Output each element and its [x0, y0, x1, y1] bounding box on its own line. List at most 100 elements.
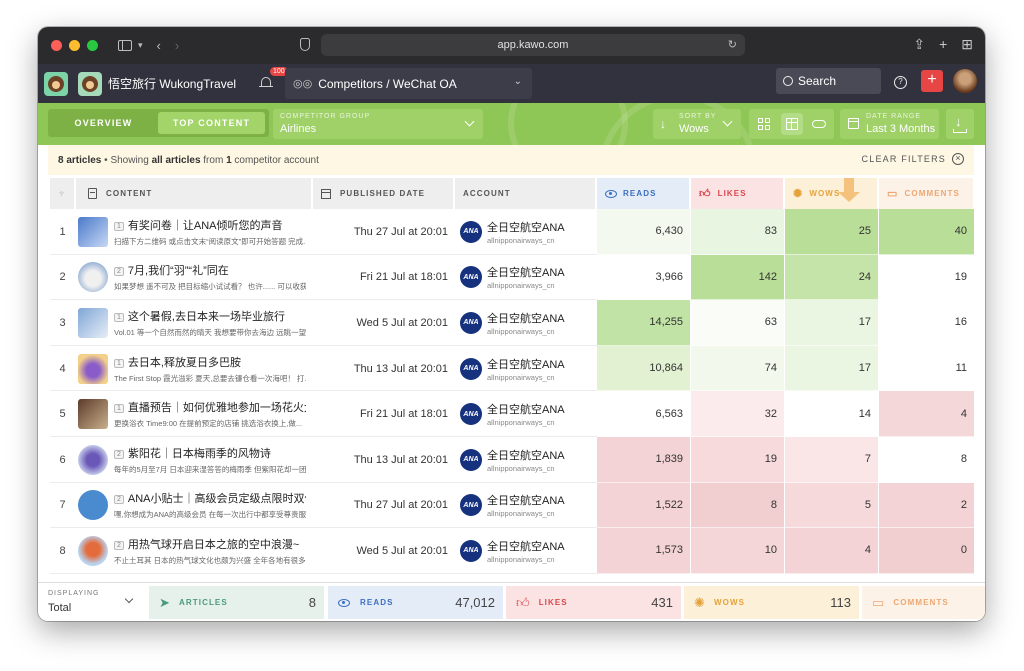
reload-icon[interactable]: ↻	[728, 38, 737, 51]
account-cell[interactable]: ANA 全日空航空ANA allnipponairways_cn	[455, 437, 596, 483]
article-thumbnail[interactable]	[78, 307, 108, 338]
article-content[interactable]: 2 7月,我们“羽”“礼”同在 如果梦想 遥不可及 把目标缩小试试看？ 也许...…	[76, 255, 312, 301]
article-thumbnail[interactable]	[78, 353, 108, 384]
article-thumbnail[interactable]	[78, 535, 108, 566]
article-content[interactable]: 2 ANA小贴士｜高级会员定级点限时双倍... 嘿,你想成为ANA的高级会员 在每…	[76, 483, 312, 529]
column-account[interactable]: ACCOUNT	[455, 178, 596, 209]
account-cell[interactable]: ANA 全日空航空ANA allnipponairways_cn	[455, 255, 596, 301]
article-thumbnail[interactable]	[78, 490, 108, 521]
minimize-window-button[interactable]	[69, 40, 80, 51]
article-title[interactable]: 1 这个暑假,去日本来一场毕业旅行	[114, 308, 306, 324]
account-cell[interactable]: ANA 全日空航空ANA allnipponairways_cn	[455, 483, 596, 529]
article-content[interactable]: 1 直播预告｜如何优雅地参加一场花火大... 更换浴衣 Time9:00 在提前预…	[76, 391, 312, 437]
tab-overview[interactable]: OVERVIEW	[52, 112, 155, 134]
article-title[interactable]: 2 7月,我们“羽”“礼”同在	[114, 262, 306, 278]
article-title[interactable]: 1 直播预告｜如何优雅地参加一场花火大...	[114, 399, 306, 415]
sidebar-toggle-icon[interactable]	[118, 40, 132, 51]
close-window-button[interactable]	[51, 40, 62, 51]
article-title[interactable]: 2 紫阳花｜日本梅雨季的风物诗	[114, 445, 306, 461]
table-row[interactable]: 5 1 直播预告｜如何优雅地参加一场花火大... 更换浴衣 Time9:00 在提…	[50, 391, 974, 437]
table-row[interactable]: 1 1 有奖问卷｜让ANA倾听您的声音 扫描下方二维码 或点击文末“阅读原文”即可…	[50, 209, 974, 255]
tab-top-content[interactable]: TOP CONTENT	[158, 112, 265, 134]
account-cell[interactable]: ANA 全日空航空ANA allnipponairways_cn	[455, 209, 596, 255]
grid-view-button[interactable]	[753, 113, 775, 135]
article-thumbnail[interactable]	[78, 399, 108, 430]
column-comments[interactable]: ▭ COMMENTS	[879, 178, 974, 209]
column-likes[interactable]: 👍︎ LIKES	[691, 178, 784, 209]
comments-value: 8	[879, 436, 974, 483]
share-icon[interactable]: ⇪	[913, 36, 925, 53]
account-cell[interactable]: ANA 全日空航空ANA allnipponairways_cn	[455, 346, 596, 392]
brand-avatar[interactable]	[78, 71, 102, 96]
sort-descending-icon: ↓	[660, 117, 666, 131]
cloud-view-button[interactable]	[808, 113, 830, 135]
table-row[interactable]: 2 2 7月,我们“羽”“礼”同在 如果梦想 遥不可及 把目标缩小试试看？ 也许.…	[50, 254, 974, 301]
forward-icon[interactable]: ›	[175, 38, 179, 53]
search-button[interactable]: Search	[776, 68, 881, 94]
likes-value: 63	[691, 300, 784, 346]
account-name: 全日空航空ANA	[487, 358, 565, 371]
ana-logo: ANA	[460, 448, 482, 471]
comments-value: 4	[879, 391, 974, 437]
column-content[interactable]: CONTENT	[76, 178, 312, 209]
table-row[interactable]: 3 1 这个暑假,去日本来一场毕业旅行 Vol.01 等一个自然而然的晴天 我想要…	[50, 300, 974, 346]
article-content[interactable]: 2 用热气球开启日本之旅的空中浪漫~ 不止土耳其 日本的热气球文化也颇为兴盛 全年…	[76, 528, 312, 574]
table-view-button[interactable]	[781, 113, 803, 135]
article-count: 8 articles	[58, 154, 102, 166]
account-cell[interactable]: ANA 全日空航空ANA allnipponairways_cn	[455, 300, 596, 346]
add-button[interactable]: +	[921, 70, 943, 92]
competitor-selector[interactable]: ◎◎ Competitors / WeChat OA ⌄	[285, 68, 532, 99]
send-icon: ➤	[159, 594, 171, 610]
chevron-down-icon	[722, 116, 733, 127]
table-row[interactable]: 6 2 紫阳花｜日本梅雨季的风物诗 每年的5月至7月 日本迎来湿答答的梅雨季 但紫…	[50, 436, 974, 483]
close-icon[interactable]: ×	[952, 153, 964, 165]
back-icon[interactable]: ‹	[157, 38, 161, 53]
article-title[interactable]: 2 ANA小贴士｜高级会员定级点限时双倍...	[114, 490, 306, 506]
table-row[interactable]: 7 2 ANA小贴士｜高级会员定级点限时双倍... 嘿,你想成为ANA的高级会员 …	[50, 482, 974, 529]
brand-name[interactable]: 悟空旅行 WukongTravel	[108, 75, 236, 92]
new-tab-icon[interactable]: +	[939, 36, 947, 53]
competitor-group-select[interactable]: COMPETITOR GROUP Airlines	[273, 109, 483, 139]
article-title[interactable]: 1 去日本,释放夏日多巴胺	[114, 354, 306, 370]
monkey-icon	[48, 75, 64, 92]
article-title[interactable]: 2 用热气球开启日本之旅的空中浪漫~	[114, 536, 306, 552]
article-title[interactable]: 1 有奖问卷｜让ANA倾听您的声音	[114, 217, 306, 233]
article-thumbnail[interactable]	[78, 262, 108, 293]
article-content[interactable]: 1 这个暑假,去日本来一场毕业旅行 Vol.01 等一个自然而然的晴天 我想要带你…	[76, 300, 312, 346]
account-cell[interactable]: ANA 全日空航空ANA allnipponairways_cn	[455, 528, 596, 574]
article-content[interactable]: 2 紫阳花｜日本梅雨季的风物诗 每年的5月至7月 日本迎来湿答答的梅雨季 但紫阳花…	[76, 437, 312, 483]
address-bar[interactable]: app.kawo.com ↻	[321, 34, 745, 56]
bell-icon[interactable]	[259, 76, 273, 90]
sort-by-select[interactable]: ↓ SORT BY Wows	[653, 109, 741, 139]
column-wows[interactable]: ✺ WOWS	[785, 178, 878, 209]
article-thumbnail[interactable]	[78, 444, 108, 475]
published-date: Thu 13 Jul at 20:01	[353, 453, 448, 466]
article-content[interactable]: 1 有奖问卷｜让ANA倾听您的声音 扫描下方二维码 或点击文末“阅读原文”即可开始…	[76, 209, 312, 255]
account-name: 全日空航空ANA	[487, 312, 565, 325]
download-tray	[953, 129, 967, 133]
download-button[interactable]: ↓	[946, 109, 974, 139]
likes-value: 19	[691, 436, 784, 483]
help-icon[interactable]: ?	[894, 76, 907, 89]
tab-overview-icon[interactable]: ⊞	[961, 36, 973, 53]
user-avatar[interactable]	[953, 69, 977, 93]
trophy-icon[interactable]: ♆	[50, 178, 75, 209]
account-cell[interactable]: ANA 全日空航空ANA allnipponairways_cn	[455, 391, 596, 437]
account-handle: allnipponairways_cn	[487, 554, 555, 564]
table-row[interactable]: 8 2 用热气球开启日本之旅的空中浪漫~ 不止土耳其 日本的热气球文化也颇为兴盛 …	[50, 528, 974, 574]
clear-filters-button[interactable]: CLEAR FILTERS	[862, 154, 946, 164]
privacy-shield-icon[interactable]	[300, 38, 310, 51]
article-content[interactable]: 1 去日本,释放夏日多巴胺 The First Stop 霞光溢彩 夏天,总要去镰…	[76, 346, 312, 392]
article-title-text: 去日本,释放夏日多巴胺	[127, 356, 241, 369]
search-icon	[783, 76, 793, 86]
displaying-select[interactable]: DISPLAYING Total	[38, 583, 146, 621]
article-thumbnail[interactable]	[78, 216, 108, 247]
date-range-select[interactable]: DATE RANGE Last 3 Months	[840, 109, 939, 139]
app-logo[interactable]	[44, 71, 68, 96]
column-published-date[interactable]: PUBLISHED DATE	[313, 178, 454, 209]
comments-value: 2	[879, 482, 974, 529]
zoom-window-button[interactable]	[87, 40, 98, 51]
chevron-down-icon[interactable]: ▾	[138, 40, 143, 51]
column-reads[interactable]: READS	[597, 178, 690, 209]
table-row[interactable]: 4 1 去日本,释放夏日多巴胺 The First Stop 霞光溢彩 夏天,总要…	[50, 345, 974, 392]
